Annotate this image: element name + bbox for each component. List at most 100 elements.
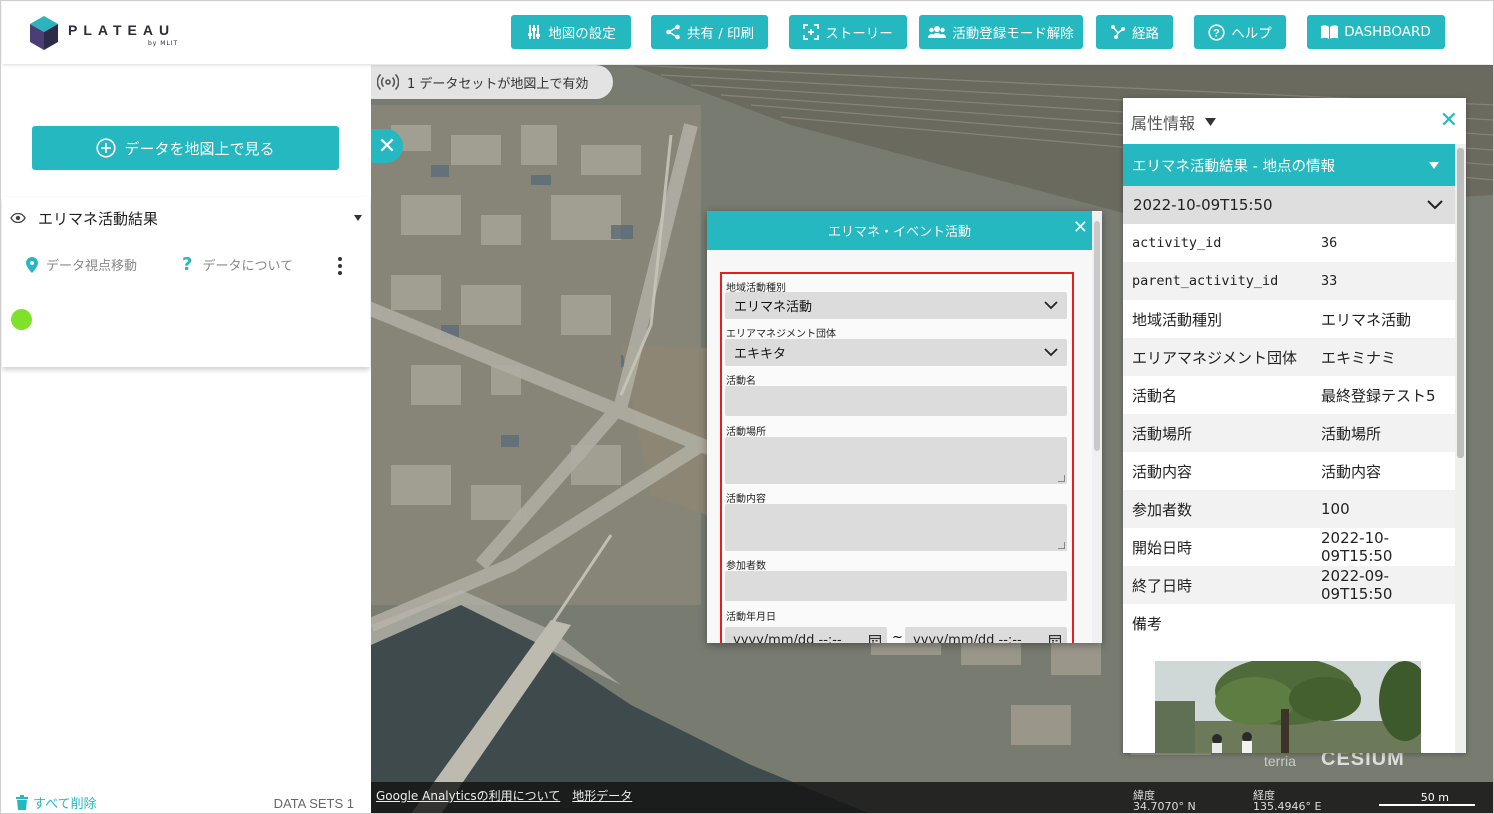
logo-subtext: by MLIT <box>148 40 179 47</box>
date-range-tilde: ~ <box>892 630 903 643</box>
activity-mode-button[interactable]: 活動登録モード解除 <box>919 15 1083 49</box>
chevron-down-icon <box>1044 301 1058 310</box>
dataset-card: エリマネ活動結果 データ視点移動 ? データについて <box>2 197 370 367</box>
event-form: 地域活動種別 エリマネ活動 エリアマネジメント団体 エキキタ 活動名 活動場所 … <box>720 272 1074 643</box>
dataset-name: エリマネ活動結果 <box>38 209 159 228</box>
attribute-title-toggle[interactable]: 属性情報 <box>1131 110 1217 134</box>
app-window: PLATEAU by MLIT 地図の設定 共有 / 印刷 ストーリー 活動登録… <box>0 0 1494 814</box>
active-dataset-text: 1 データセットが地図上で有効 <box>407 76 589 92</box>
attribute-key: 参加者数 <box>1132 500 1193 519</box>
attribute-value: エリマネ活動 <box>1321 310 1412 329</box>
legend-dot <box>11 309 32 330</box>
book-icon <box>1321 25 1339 39</box>
modal-title: エリマネ・イベント活動 <box>827 225 971 240</box>
org-label: エリアマネジメント団体 <box>726 329 836 340</box>
activity-place-label: 活動場所 <box>726 427 766 438</box>
activity-place-textarea[interactable] <box>725 437 1067 484</box>
activity-type-select[interactable]: エリマネ活動 <box>725 292 1067 319</box>
attribute-row: 備考 <box>1123 604 1455 642</box>
attribute-key: 活動名 <box>1132 386 1178 405</box>
attribute-row: 終了日時 2022-09-09T15:50 <box>1123 566 1455 604</box>
attribute-key: 終了日時 <box>1132 576 1193 595</box>
attribute-close-icon[interactable]: ✕ <box>1440 108 1458 133</box>
remove-all-button[interactable]: すべて削除 <box>16 793 97 812</box>
question-icon: ? <box>182 253 193 275</box>
attribute-row: 活動名 最終登録テスト5 <box>1123 376 1455 414</box>
attribute-panel-header: 属性情報 ✕ <box>1123 98 1466 144</box>
chevron-down-icon <box>1427 200 1443 210</box>
org-value: エキキタ <box>734 347 787 362</box>
feature-timestamp-row[interactable]: 2022-10-09T15:50 <box>1123 186 1455 224</box>
map-settings-label: 地図の設定 <box>548 26 616 42</box>
map-footer: Google Analyticsの利用について 地形データ 緯度 34.7070… <box>371 782 1493 813</box>
end-datetime-placeholder: yyyy/mm/dd --:-- <box>913 632 1022 644</box>
active-dataset-status[interactable]: 1 データセットが地図上で有効 <box>371 65 613 99</box>
activity-photo <box>1155 661 1421 753</box>
resize-grip-icon[interactable] <box>1058 475 1065 482</box>
participants-input[interactable] <box>725 571 1067 601</box>
caret-down-icon <box>1429 162 1439 169</box>
feature-timestamp: 2022-10-09T15:50 <box>1133 196 1273 214</box>
start-datetime-placeholder: yyyy/mm/dd --:-- <box>733 632 842 644</box>
share-print-button[interactable]: 共有 / 印刷 <box>651 15 768 49</box>
activity-type-value: エリマネ活動 <box>734 300 813 315</box>
view-data-on-map-button[interactable]: データを地図上で見る <box>32 126 339 170</box>
collapse-caret-icon[interactable] <box>354 215 362 221</box>
event-activity-modal: エリマネ・イベント活動 ✕ 地域活動種別 エリマネ活動 エリアマネジメント団体 … <box>707 211 1102 643</box>
analytics-link[interactable]: Google Analyticsの利用について <box>376 787 560 804</box>
attribute-title: 属性情報 <box>1131 114 1196 133</box>
activity-content-label: 活動内容 <box>726 494 766 505</box>
activity-name-label: 活動名 <box>726 376 756 387</box>
more-vertical-icon[interactable] <box>338 257 342 275</box>
story-label: ストーリー <box>825 26 893 42</box>
svg-text:?: ? <box>1213 27 1220 39</box>
datasets-count: DATA SETS 1 <box>273 796 354 811</box>
end-datetime-input[interactable]: yyyy/mm/dd --:-- <box>905 627 1067 643</box>
attribute-key: 開始日時 <box>1132 538 1193 557</box>
route-button[interactable]: 経路 <box>1096 15 1173 49</box>
attribute-row: 活動場所 活動場所 <box>1123 414 1455 452</box>
about-data-link[interactable]: ? データについて <box>182 255 293 274</box>
calendar-icon[interactable] <box>1049 634 1061 643</box>
resize-grip-icon[interactable] <box>1058 542 1065 549</box>
attribute-value: 36 <box>1321 235 1338 251</box>
remove-all-label: すべて削除 <box>33 797 97 812</box>
route-label: 経路 <box>1132 26 1159 42</box>
attribute-value: 100 <box>1321 500 1350 518</box>
attribute-key: 活動内容 <box>1132 462 1193 481</box>
story-icon <box>803 24 820 40</box>
attribute-scrollbar[interactable] <box>1455 144 1466 753</box>
latitude-value: 34.7070° N <box>1133 800 1196 813</box>
start-datetime-input[interactable]: yyyy/mm/dd --:-- <box>725 627 887 643</box>
attribute-row: 活動内容 活動内容 <box>1123 452 1455 490</box>
attribute-value: 最終登録テスト5 <box>1321 386 1436 405</box>
latitude-readout: 緯度 34.7070° N <box>1133 790 1196 812</box>
attribute-value: 活動内容 <box>1321 462 1382 481</box>
attribute-key: 活動場所 <box>1132 424 1193 443</box>
activity-content-textarea[interactable] <box>725 504 1067 551</box>
terrain-link[interactable]: 地形データ <box>572 787 632 804</box>
attribute-row: エリアマネジメント団体 エキミナミ <box>1123 338 1455 376</box>
chevron-down-icon <box>1044 348 1058 357</box>
move-view-link[interactable]: データ視点移動 <box>26 255 137 274</box>
plateau-logo[interactable]: PLATEAU by MLIT <box>30 16 190 50</box>
left-sidebar: データを地図上で見る エリマネ活動結果 データ視点移動 ? データについて すべ… <box>2 65 370 813</box>
feature-info-bar[interactable]: エリマネ活動結果 - 地点の情報 <box>1123 144 1455 186</box>
activity-name-input[interactable] <box>725 386 1067 416</box>
modal-close-icon[interactable]: ✕ <box>1073 219 1088 237</box>
dataset-header[interactable]: エリマネ活動結果 <box>10 207 362 229</box>
help-button[interactable]: ? ヘルプ <box>1194 15 1286 49</box>
story-button[interactable]: ストーリー <box>789 15 907 49</box>
participants-label: 参加者数 <box>726 561 766 572</box>
modal-scrollbar[interactable] <box>1092 211 1102 643</box>
group-icon <box>928 26 947 38</box>
attribute-row: activity_id 36 <box>1123 224 1455 262</box>
map-settings-button[interactable]: 地図の設定 <box>511 15 631 49</box>
dashboard-button[interactable]: DASHBOARD <box>1307 15 1445 49</box>
org-select[interactable]: エキキタ <box>725 339 1067 366</box>
attribute-row: 開始日時 2022-10-09T15:50 <box>1123 528 1455 566</box>
top-header: PLATEAU by MLIT 地図の設定 共有 / 印刷 ストーリー 活動登録… <box>2 2 1493 64</box>
route-icon <box>1111 25 1125 39</box>
eye-icon[interactable] <box>10 213 26 223</box>
calendar-icon[interactable] <box>869 634 881 643</box>
